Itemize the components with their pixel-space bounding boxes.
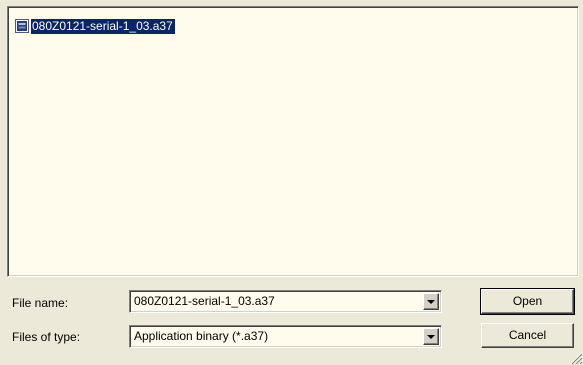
chevron-down-icon bbox=[427, 299, 435, 304]
file-type-value: Application binary (*.a37) bbox=[134, 329, 269, 343]
open-button[interactable]: Open bbox=[480, 288, 575, 315]
file-type-select[interactable]: Application binary (*.a37) bbox=[129, 325, 442, 348]
file-type-dropdown-button[interactable] bbox=[423, 328, 439, 345]
file-name-input[interactable]: 080Z0121-serial-1_03.a37 bbox=[134, 294, 275, 309]
file-type-label: Files of type: bbox=[12, 330, 81, 344]
file-name-label: File name: bbox=[12, 296, 69, 310]
open-file-dialog: { "file_list": { "items": [ {"name": "08… bbox=[0, 0, 583, 365]
file-item-name: 080Z0121-serial-1_03.a37 bbox=[31, 18, 175, 34]
file-list[interactable]: 080Z0121-serial-1_03.a37 bbox=[7, 6, 579, 277]
file-name-dropdown-button[interactable] bbox=[423, 293, 439, 310]
resize-grip-icon[interactable] bbox=[569, 351, 583, 365]
file-name-combobox[interactable]: 080Z0121-serial-1_03.a37 bbox=[129, 290, 442, 313]
cancel-button[interactable]: Cancel bbox=[481, 323, 574, 348]
list-item[interactable]: 080Z0121-serial-1_03.a37 bbox=[14, 18, 175, 34]
binary-file-icon bbox=[14, 18, 30, 34]
chevron-down-icon bbox=[427, 334, 435, 339]
